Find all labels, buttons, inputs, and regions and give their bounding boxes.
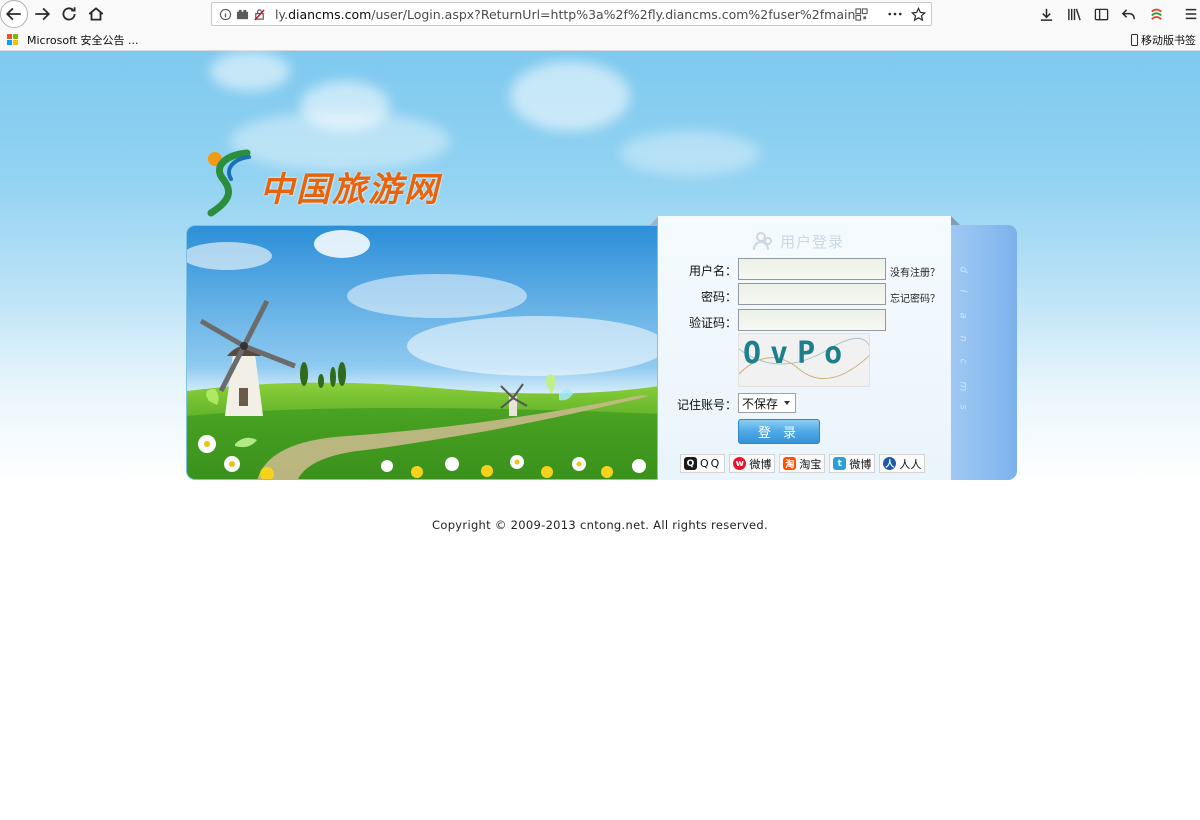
renren-icon: 人 xyxy=(883,457,897,470)
captcha-image[interactable]: OvPo xyxy=(738,333,870,387)
microsoft-logo-icon xyxy=(7,34,19,46)
permissions-icon[interactable] xyxy=(235,7,249,21)
reload-icon xyxy=(62,7,76,21)
extension-icon[interactable] xyxy=(1145,4,1167,24)
url-path: /user/Login.aspx?ReturnUrl=http%3a%2f%2f… xyxy=(371,7,855,22)
home-icon xyxy=(88,7,104,21)
remember-select-value: 不保存 xyxy=(742,396,779,411)
captcha-code: OvPo xyxy=(743,336,852,371)
side-watermark: d i a n c m s xyxy=(957,267,969,416)
mobile-bookmarks-label: 移动版书签 xyxy=(1141,34,1196,47)
home-button[interactable] xyxy=(84,3,108,25)
undo-close-tab-icon[interactable] xyxy=(1117,4,1139,24)
password-input[interactable] xyxy=(738,283,886,305)
url-host: diancms.com xyxy=(288,7,372,22)
social-label: 淘宝 xyxy=(799,457,822,471)
login-button[interactable]: 登 录 xyxy=(738,419,820,444)
register-link[interactable]: 没有注册？ xyxy=(890,264,940,279)
tencent-weibo-icon: t xyxy=(833,457,847,470)
arrow-right-icon xyxy=(35,7,51,21)
reload-button[interactable] xyxy=(57,3,81,25)
browser-toolbar: ly.diancms.com/user/Login.aspx?ReturnUrl… xyxy=(0,0,1200,28)
social-label: QQ xyxy=(700,457,722,470)
url-bar[interactable]: ly.diancms.com/user/Login.aspx?ReturnUrl… xyxy=(211,2,932,26)
side-watermark-letter: d xyxy=(957,266,969,273)
side-decoration-panel: d i a n c m s xyxy=(951,225,1017,480)
scenery-image xyxy=(186,225,658,480)
user-login-icon xyxy=(753,232,772,251)
social-label: 人人 xyxy=(899,457,922,471)
insecure-lock-icon[interactable] xyxy=(252,7,266,21)
bookmark-item[interactable]: Microsoft 安全公告 ... xyxy=(27,32,139,48)
remember-label: 记住账号： xyxy=(676,398,737,412)
social-login-row: Q QQ w 微博 淘 淘宝 t 微博 人 人人 xyxy=(680,454,926,473)
login-panel: 用户登录 用户名： 没有注册？ 密码： 忘记密码？ 验证码： OvPo 记住账号… xyxy=(658,216,951,480)
password-label: 密码： xyxy=(700,290,737,304)
site-logo-text: 中国旅游网 xyxy=(260,170,440,210)
username-input[interactable] xyxy=(738,258,886,280)
login-title-text: 用户登录 xyxy=(780,232,845,251)
info-icon[interactable] xyxy=(218,7,232,21)
forgot-password-link[interactable]: 忘记密码？ xyxy=(890,290,940,305)
social-label: 微博 xyxy=(849,457,872,471)
side-watermark-letter: m xyxy=(957,381,969,392)
panel-notch-right xyxy=(951,216,960,225)
side-watermark-letter: n xyxy=(957,335,969,342)
side-watermark-letter: c xyxy=(957,358,969,365)
downloads-icon[interactable] xyxy=(1035,4,1057,24)
qq-icon: Q xyxy=(684,457,697,470)
side-watermark-letter: a xyxy=(957,312,969,319)
phone-icon xyxy=(1131,34,1138,46)
weibo-icon: w xyxy=(733,457,747,470)
weibo-login-button[interactable]: w 微博 xyxy=(729,454,776,473)
captcha-label: 验证码： xyxy=(688,316,737,330)
url-text[interactable]: ly.diancms.com/user/Login.aspx?ReturnUrl… xyxy=(275,7,855,22)
mobile-bookmarks-button[interactable]: 移动版书签 xyxy=(1131,32,1196,48)
social-label: 微博 xyxy=(749,457,772,471)
arrow-left-icon xyxy=(5,7,21,21)
forward-button[interactable] xyxy=(30,3,54,25)
sidebar-icon[interactable] xyxy=(1090,4,1112,24)
taobao-login-button[interactable]: 淘 淘宝 xyxy=(779,454,826,473)
chevron-down-icon xyxy=(784,401,790,405)
library-icon[interactable] xyxy=(1063,4,1085,24)
remember-select[interactable]: 不保存 xyxy=(738,393,796,413)
bookmarks-bar: Microsoft 安全公告 ... 移动版书签 xyxy=(0,28,1200,51)
qq-login-button[interactable]: Q QQ xyxy=(680,454,726,473)
page-content: 中国旅游网 用户登录 用户名： 没有注册？ 密码： 忘记密码？ 验证码： OvP… xyxy=(0,51,1200,820)
tencent-weibo-login-button[interactable]: t 微博 xyxy=(829,454,876,473)
copyright-text: Copyright © 2009-2013 cntong.net. All ri… xyxy=(432,518,768,532)
taobao-icon: 淘 xyxy=(783,457,797,470)
qr-code-icon[interactable] xyxy=(852,6,870,22)
captcha-input[interactable] xyxy=(738,309,886,331)
bookmark-star-icon[interactable] xyxy=(909,6,927,22)
side-watermark-letter: i xyxy=(957,289,969,293)
login-title: 用户登录 xyxy=(752,230,844,252)
renren-login-button[interactable]: 人 人人 xyxy=(879,454,926,473)
menu-icon[interactable] xyxy=(1180,4,1200,24)
username-label: 用户名： xyxy=(688,264,737,278)
site-logo[interactable]: 中国旅游网 xyxy=(203,149,453,219)
side-watermark-letter: s xyxy=(957,404,969,410)
back-button[interactable] xyxy=(0,0,28,28)
url-prefix: ly. xyxy=(275,7,289,22)
page-actions-icon[interactable] xyxy=(886,6,904,22)
s-swirl-logo-icon xyxy=(207,149,251,217)
